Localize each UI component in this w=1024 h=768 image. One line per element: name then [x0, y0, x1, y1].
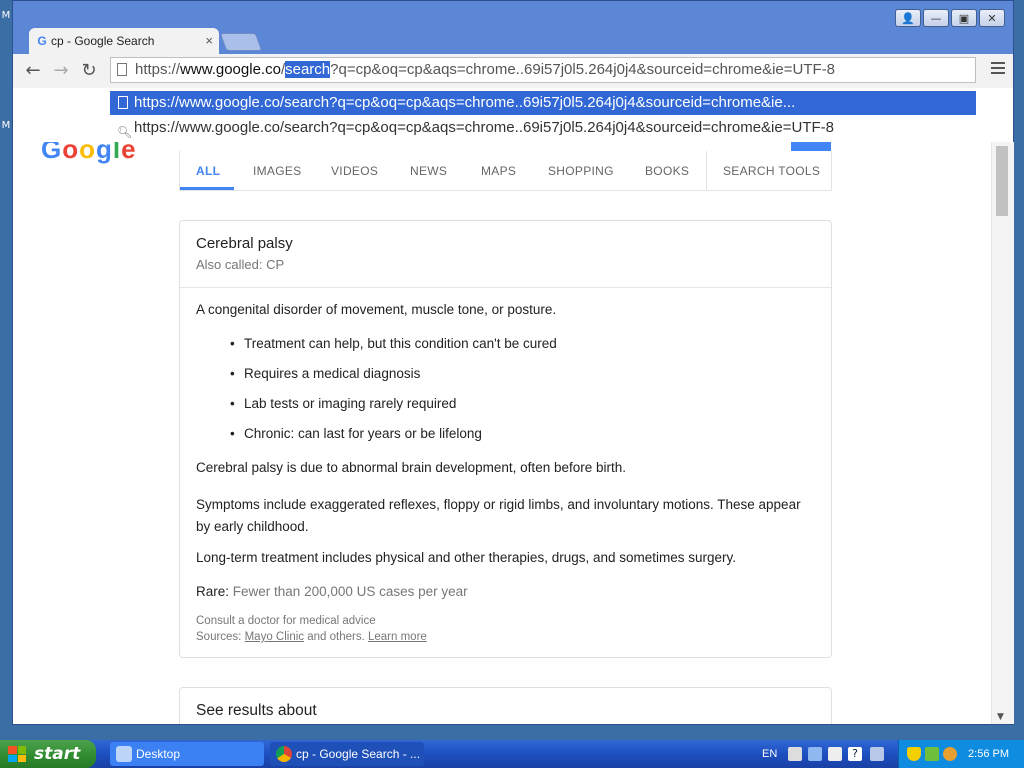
bullet-item: Lab tests or imaging rarely required: [230, 396, 456, 411]
tab-search-tools[interactable]: SEARCH TOOLS: [723, 164, 820, 178]
knowledge-panel-header: Cerebral palsy Also called: CP: [180, 221, 831, 288]
new-tab-button[interactable]: [219, 33, 263, 51]
tab-shopping[interactable]: SHOPPING: [548, 164, 614, 178]
scrollbar-thumb[interactable]: [996, 146, 1008, 216]
clock[interactable]: 2:56 PM: [968, 740, 1009, 768]
rare-value: Fewer than 200,000 US cases per year: [232, 584, 468, 599]
url-selected-text: search: [285, 61, 331, 78]
address-bar[interactable]: https://www.google.co/search?q=cp&oq=cp&…: [110, 57, 976, 83]
suggestion-item[interactable]: 🔍︎ https://www.google.co/search?q=cp&oq=…: [110, 116, 976, 140]
omnibox-dropdown: https://www.google.co/search?q=cp&oq=cp&…: [13, 88, 1013, 143]
treatment-paragraph: Long-term treatment includes physical an…: [196, 550, 737, 565]
network-icon[interactable]: [925, 747, 939, 761]
desktop-icon-fragment: M: [1, 120, 11, 131]
sources-label: Sources:: [196, 631, 242, 643]
source-link[interactable]: Mayo Clinic: [245, 631, 304, 643]
taskbar-item-label: cp - Google Search - ...: [296, 747, 421, 761]
display-icon[interactable]: [828, 747, 842, 761]
url-host: www.google.co: [180, 61, 281, 78]
tab-close-icon[interactable]: ×: [205, 28, 213, 54]
browser-tab[interactable]: G cp - Google Search ×: [29, 28, 219, 54]
start-label: start: [34, 744, 81, 764]
rare-label: Rare:: [196, 584, 230, 599]
tab-news[interactable]: NEWS: [410, 164, 447, 178]
google-logo[interactable]: Google: [41, 142, 137, 165]
forward-button[interactable]: →: [49, 59, 73, 83]
tab-videos[interactable]: VIDEOS: [331, 164, 378, 178]
tab-separator: [706, 151, 707, 191]
url-rest: ?q=cp&oq=cp&aqs=chrome..69i57j0l5.264j0j…: [330, 61, 836, 78]
pen-icon[interactable]: [808, 747, 822, 761]
suggestion-item[interactable]: https://www.google.co/search?q=cp&oq=cp&…: [110, 91, 976, 115]
keyboard-icon[interactable]: [788, 747, 802, 761]
page-icon: [118, 96, 128, 109]
browser-toolbar: ← → ↻ https://www.google.co/search?q=cp&…: [13, 54, 1013, 89]
window-controls: 👤 — ▣ ✕: [895, 9, 1005, 27]
rarity-line: Rare: Fewer than 200,000 US cases per ye…: [196, 584, 468, 599]
start-button[interactable]: start: [0, 740, 96, 768]
windows-logo-icon: [8, 746, 26, 762]
back-button[interactable]: ←: [21, 59, 45, 83]
tab-title: cp - Google Search: [51, 34, 155, 48]
tab-books[interactable]: BOOKS: [645, 164, 689, 178]
minimize-button[interactable]: —: [923, 9, 949, 27]
sources-line: Sources: Mayo Clinic and others. Learn m…: [196, 631, 427, 643]
search-tray-icon[interactable]: [943, 747, 957, 761]
condition-title: Cerebral palsy: [196, 235, 293, 252]
browser-window: 👤 — ▣ ✕ G cp - Google Search × ← → ↻ htt…: [12, 0, 1014, 725]
help-icon[interactable]: ?: [848, 747, 862, 761]
consult-note: Consult a doctor for medical advice: [196, 615, 376, 627]
see-results-heading: See results about: [196, 702, 317, 719]
tab-all[interactable]: ALL: [196, 164, 220, 178]
desktop-icon-fragment: M: [1, 10, 11, 21]
knowledge-panel: Cerebral palsy Also called: CP A congeni…: [179, 220, 832, 658]
search-button[interactable]: [791, 142, 831, 151]
user-icon[interactable]: 👤: [895, 9, 921, 27]
tab-images[interactable]: IMAGES: [253, 164, 301, 178]
suggestion-text: https://www.google.co/search?q=cp&oq=cp&…: [134, 119, 834, 136]
active-tab-indicator: [180, 187, 234, 190]
see-results-card: See results about: [179, 687, 832, 724]
scrollbar[interactable]: ▼: [991, 142, 1014, 724]
tab-maps[interactable]: MAPS: [481, 164, 516, 178]
desktop-icon: [116, 746, 132, 762]
tray-arrows-icon[interactable]: [870, 747, 884, 761]
google-favicon-icon: G: [37, 34, 47, 48]
taskbar-item-chrome[interactable]: cp - Google Search - ...: [270, 742, 424, 766]
symptoms-paragraph: Symptoms include exaggerated reflexes, f…: [196, 497, 801, 534]
learn-more-link[interactable]: Learn more: [368, 631, 427, 643]
taskbar-item-label: Desktop: [136, 747, 181, 761]
bullet-item: Treatment can help, but this condition c…: [230, 336, 557, 351]
language-indicator[interactable]: EN: [762, 740, 777, 768]
system-tray: 2:56 PM: [898, 740, 1024, 768]
also-called: Also called: CP: [196, 257, 285, 272]
reload-button[interactable]: ↻: [77, 59, 101, 83]
bullet-item: Chronic: can last for years or be lifelo…: [230, 426, 482, 441]
bullet-item: Requires a medical diagnosis: [230, 366, 420, 381]
scroll-down-arrow-icon[interactable]: ▼: [997, 712, 1004, 722]
taskbar-item-desktop[interactable]: Desktop: [110, 742, 264, 766]
chrome-icon: [276, 746, 292, 762]
summary-text: A congenital disorder of movement, muscl…: [196, 302, 557, 317]
search-icon: 🔍︎: [117, 125, 133, 139]
url-scheme: https://: [135, 61, 181, 78]
shield-icon[interactable]: [907, 747, 921, 761]
page-icon: [117, 63, 127, 76]
maximize-button[interactable]: ▣: [951, 9, 977, 27]
cause-paragraph: Cerebral palsy is due to abnormal brain …: [196, 460, 626, 475]
and-others: and others.: [307, 631, 365, 643]
search-tabs: ALL IMAGES VIDEOS NEWS MAPS SHOPPING BOO…: [179, 151, 832, 191]
page-content: Google ALL IMAGES VIDEOS NEWS MAPS SHOPP…: [13, 142, 991, 724]
close-button[interactable]: ✕: [979, 9, 1005, 27]
taskbar: start Desktop cp - Google Search - ... E…: [0, 740, 1024, 768]
menu-icon[interactable]: [991, 62, 1005, 77]
suggestion-text: https://www.google.co/search?q=cp&oq=cp&…: [134, 94, 796, 111]
